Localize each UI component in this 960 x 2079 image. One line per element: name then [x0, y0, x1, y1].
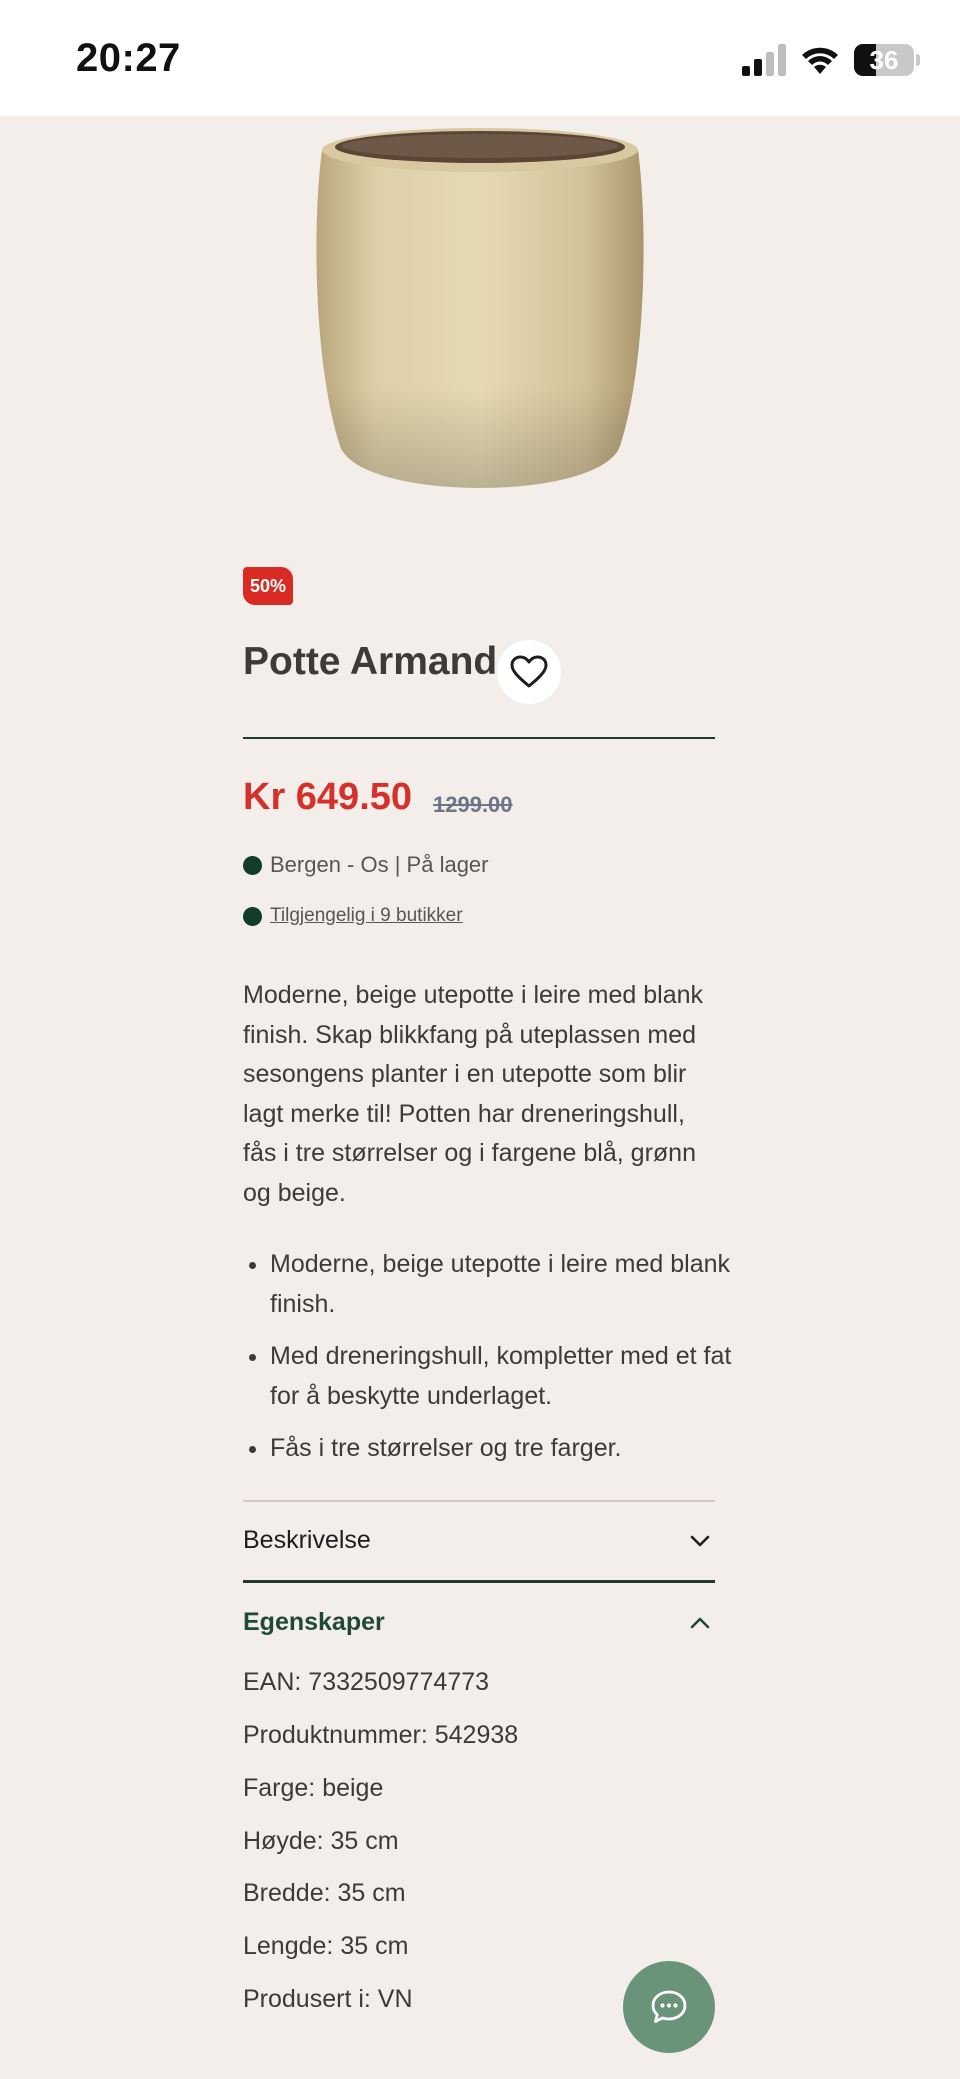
property-length: Lengde: 35 cm — [243, 1932, 409, 1960]
accordion-divider — [243, 1500, 715, 1502]
stock-status: Bergen - Os | På lager — [243, 852, 489, 878]
battery-icon: 36 — [854, 44, 914, 76]
battery-level: 36 — [869, 44, 899, 75]
availability-row[interactable]: Tilgjengelig i 9 butikker — [243, 905, 463, 927]
status-icons: 36 — [742, 42, 920, 78]
product-image — [316, 128, 644, 488]
property-ean: EAN: 7332509774773 — [243, 1668, 490, 1696]
property-color: Farge: beige — [243, 1774, 384, 1802]
current-price: Kr 649.50 — [243, 776, 413, 818]
feature-item: Fås i tre størrelser og tre farger. — [270, 1429, 750, 1469]
feature-item: Moderne, beige utepotte i leire med blan… — [270, 1245, 750, 1324]
old-price: 1299.00 — [433, 792, 513, 817]
feature-list: Moderne, beige utepotte i leire med blan… — [243, 1245, 750, 1482]
wifi-icon — [802, 47, 838, 74]
accordion-description[interactable]: Beskrivelse — [243, 1526, 715, 1555]
title-divider — [243, 737, 715, 739]
product-description: Moderne, beige utepotte i leire med blan… — [243, 981, 704, 1207]
product-title: Potte Armand — [243, 640, 498, 683]
status-time: 20:27 — [76, 36, 181, 80]
chat-bubble-icon — [651, 1990, 687, 2023]
feature-item: Med dreneringshull, kompletter med et fa… — [270, 1337, 750, 1416]
chat-button[interactable] — [623, 1961, 715, 2053]
chevron-up-icon — [690, 1617, 710, 1628]
stock-location: Bergen - Os | På lager — [270, 852, 489, 877]
heart-icon — [510, 655, 548, 688]
availability-link[interactable]: Tilgjengelig i 9 butikker — [270, 905, 463, 927]
accordion-properties[interactable]: Egenskaper — [243, 1608, 715, 1637]
accordion-properties-label: Egenskaper — [243, 1608, 385, 1636]
property-width: Bredde: 35 cm — [243, 1879, 406, 1907]
favorite-button[interactable] — [497, 640, 561, 704]
accordion-active-divider — [243, 1580, 715, 1583]
discount-badge: 50% — [243, 567, 293, 605]
in-stock-dot-icon — [243, 855, 262, 875]
status-bar: 20:27 36 — [0, 0, 960, 116]
signal-icon — [742, 44, 786, 76]
chevron-down-icon — [690, 1535, 710, 1546]
property-height: Høyde: 35 cm — [243, 1827, 399, 1855]
property-origin: Produsert i: VN — [243, 1985, 413, 2013]
availability-dot-icon — [243, 906, 262, 926]
property-product-number: Produktnummer: 542938 — [243, 1721, 519, 1749]
accordion-description-label: Beskrivelse — [243, 1526, 371, 1554]
